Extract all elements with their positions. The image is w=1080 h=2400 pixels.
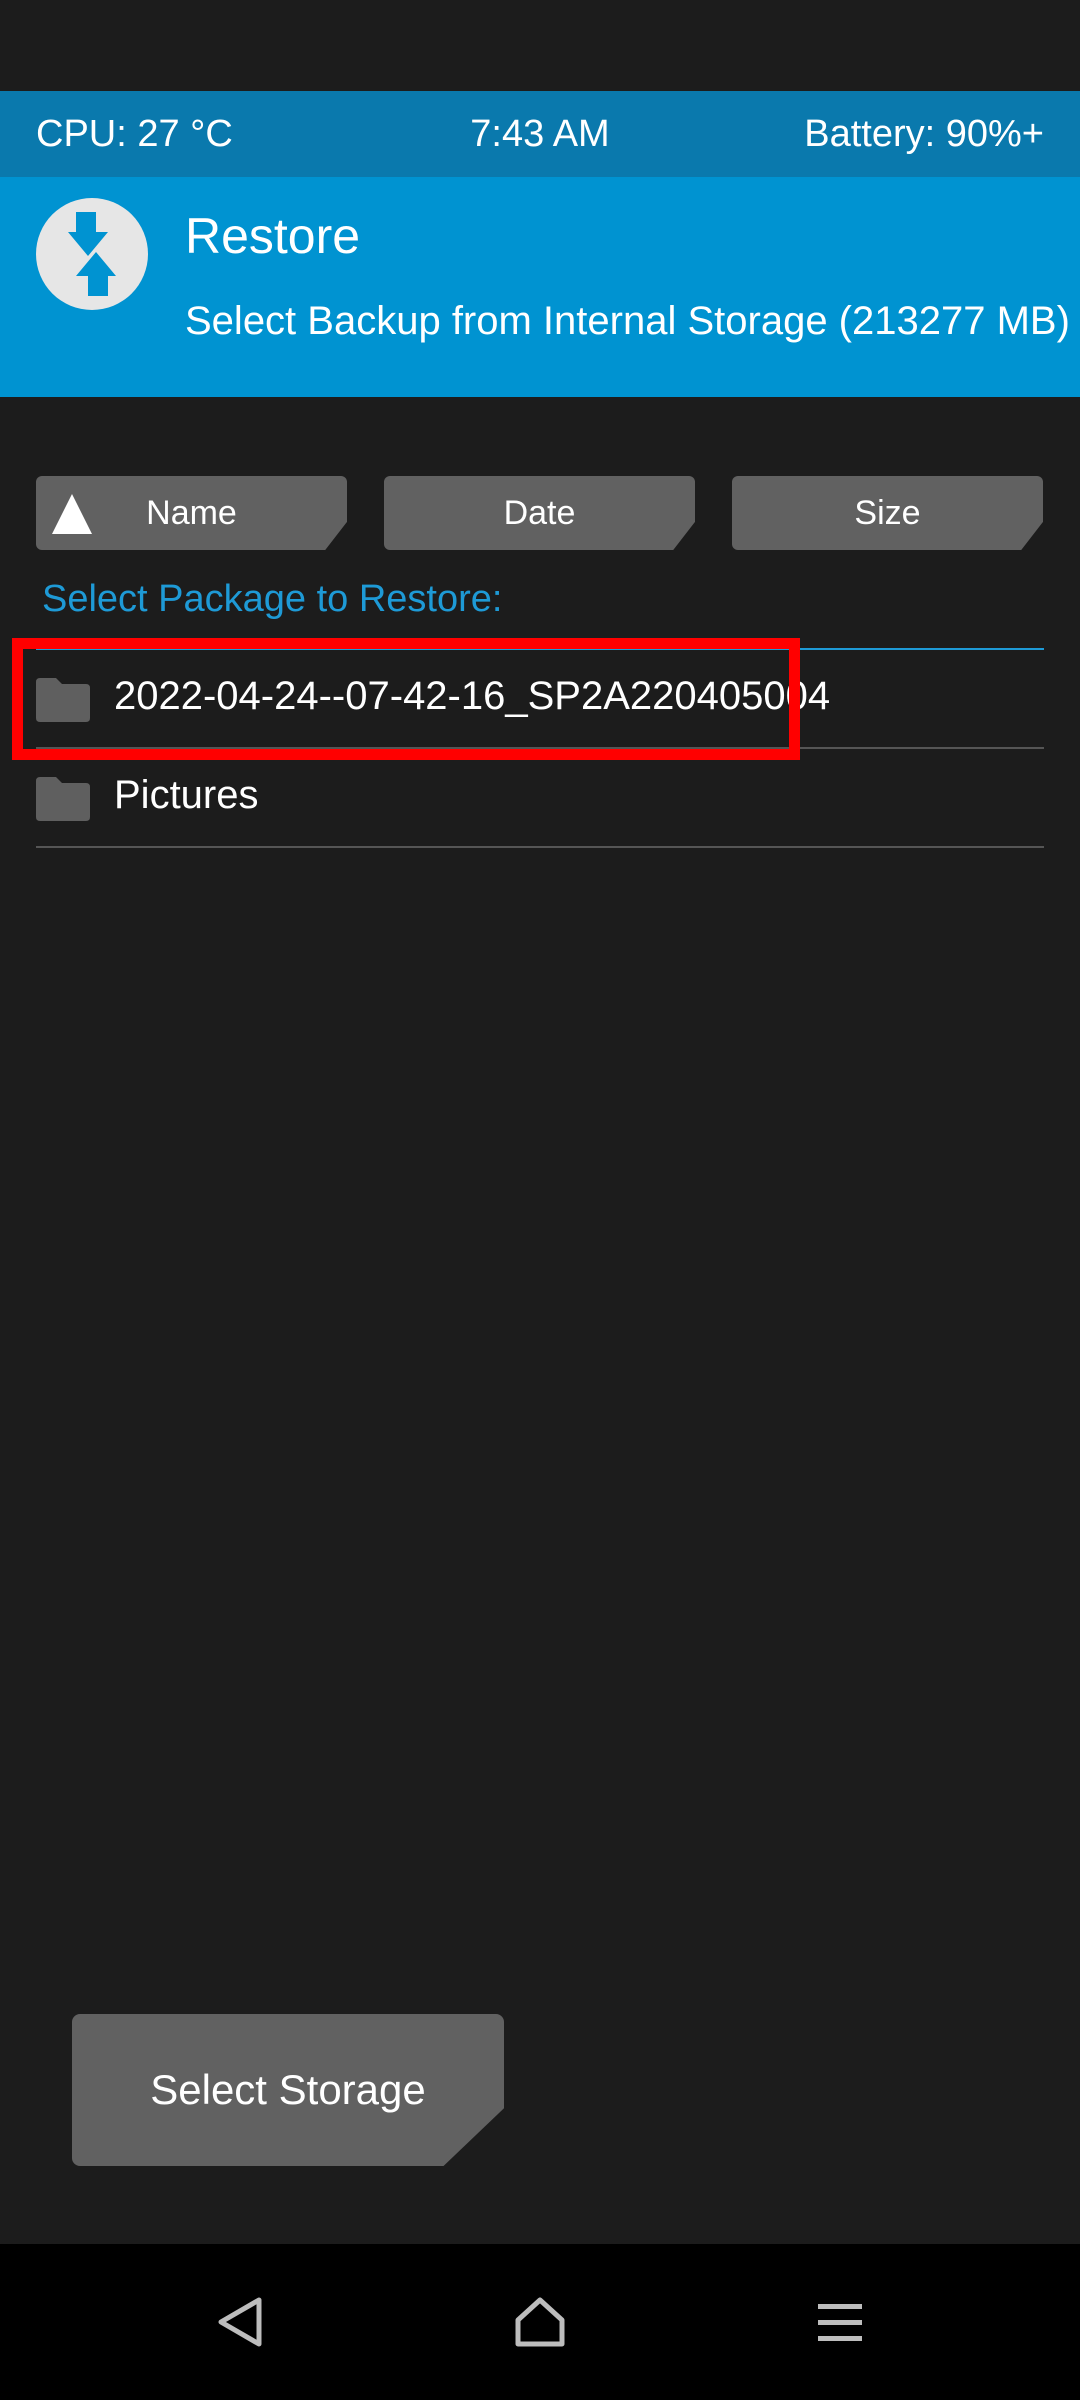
- sort-by-size-button[interactable]: Size: [732, 476, 1043, 550]
- sort-name-label: Name: [146, 493, 237, 532]
- status-bar: CPU: 27 °C 7:43 AM Battery: 90%+: [0, 91, 1080, 177]
- list-item-label: Pictures: [114, 773, 259, 817]
- battery-status: Battery: 90%+: [804, 113, 1044, 155]
- top-spacer: [0, 0, 1080, 91]
- section-label: Select Package to Restore:: [42, 578, 503, 620]
- list-item[interactable]: Pictures: [36, 749, 1044, 848]
- folder-icon: [36, 777, 90, 821]
- sort-by-name-button[interactable]: Name: [36, 476, 347, 550]
- navigation-bar: [0, 2244, 1080, 2400]
- select-storage-label: Select Storage: [150, 2066, 426, 2113]
- sort-by-date-button[interactable]: Date: [384, 476, 695, 550]
- menu-icon[interactable]: [812, 2294, 868, 2350]
- back-icon[interactable]: [213, 2294, 269, 2350]
- sort-date-label: Date: [503, 493, 576, 532]
- page-title: Restore: [185, 208, 361, 264]
- sort-bar: Name Date Size: [0, 476, 1080, 550]
- select-storage-button[interactable]: Select Storage: [72, 2014, 504, 2166]
- home-icon[interactable]: [512, 2294, 568, 2350]
- selection-highlight: [12, 638, 800, 760]
- twrp-logo-icon: [36, 198, 148, 310]
- page-subtitle: Select Backup from Internal Storage (213…: [185, 299, 1070, 343]
- sort-size-label: Size: [854, 493, 921, 532]
- page-header: Restore Select Backup from Internal Stor…: [0, 177, 1080, 397]
- sort-ascending-icon: [52, 494, 92, 534]
